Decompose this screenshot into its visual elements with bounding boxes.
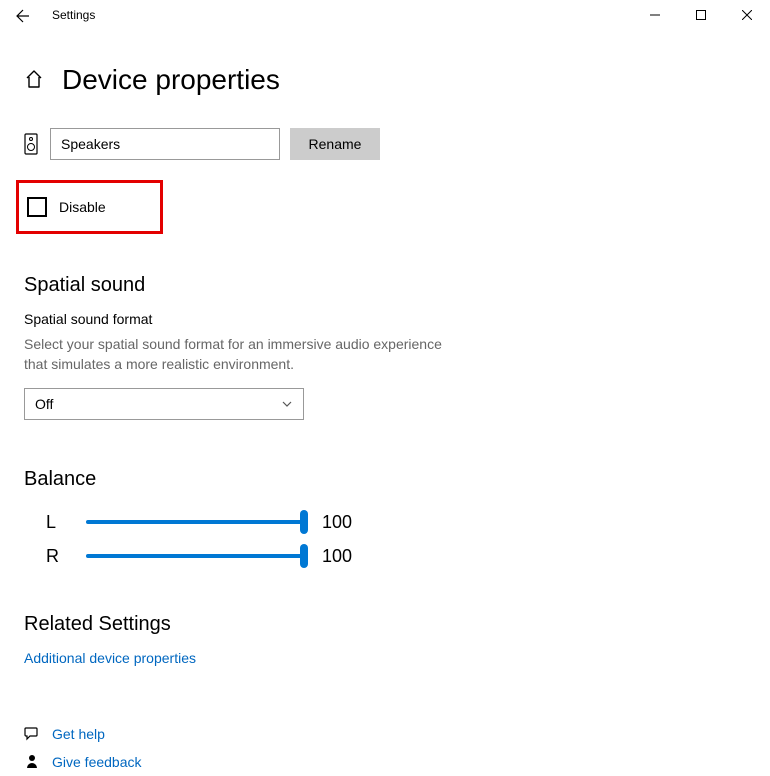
page-header: Device properties bbox=[24, 64, 746, 96]
get-help-link[interactable]: Get help bbox=[52, 726, 105, 742]
disable-checkbox[interactable] bbox=[27, 197, 47, 217]
speaker-icon bbox=[24, 133, 40, 155]
balance-right-row: R 100 bbox=[24, 539, 746, 573]
help-links: Get help Give feedback bbox=[24, 720, 746, 776]
balance-right-label: R bbox=[24, 546, 68, 567]
spatial-sound-description: Select your spatial sound format for an … bbox=[24, 335, 444, 374]
titlebar: Settings bbox=[0, 0, 770, 32]
spatial-sound-heading: Spatial sound bbox=[24, 274, 746, 297]
balance-left-row: L 100 bbox=[24, 505, 746, 539]
disable-checkbox-container[interactable]: Disable bbox=[16, 180, 163, 234]
window-title: Settings bbox=[46, 0, 632, 22]
balance-right-value: 100 bbox=[322, 546, 352, 567]
page-title: Device properties bbox=[62, 64, 280, 96]
maximize-icon bbox=[696, 10, 706, 20]
home-icon bbox=[24, 69, 44, 89]
related-settings-heading: Related Settings bbox=[24, 613, 746, 636]
close-button[interactable] bbox=[724, 0, 770, 30]
balance-right-slider[interactable] bbox=[86, 544, 304, 568]
minimize-icon bbox=[650, 10, 660, 20]
close-icon bbox=[742, 10, 752, 20]
balance-heading: Balance bbox=[24, 468, 746, 491]
maximize-button[interactable] bbox=[678, 0, 724, 30]
balance-left-value: 100 bbox=[322, 512, 352, 533]
balance-controls: L 100 R 100 bbox=[24, 505, 746, 573]
additional-device-properties-link[interactable]: Additional device properties bbox=[24, 650, 196, 666]
give-feedback-link[interactable]: Give feedback bbox=[52, 754, 142, 770]
minimize-button[interactable] bbox=[632, 0, 678, 30]
home-button[interactable] bbox=[24, 69, 44, 92]
balance-left-slider[interactable] bbox=[86, 510, 304, 534]
window-controls bbox=[632, 0, 770, 30]
chevron-down-icon bbox=[281, 398, 293, 410]
balance-left-label: L bbox=[24, 512, 68, 533]
spatial-sound-sublabel: Spatial sound format bbox=[24, 311, 746, 327]
spatial-sound-value: Off bbox=[35, 396, 53, 412]
back-button[interactable] bbox=[0, 0, 46, 32]
help-chat-icon bbox=[24, 725, 40, 744]
device-name-input[interactable] bbox=[50, 128, 280, 160]
rename-button[interactable]: Rename bbox=[290, 128, 380, 160]
feedback-person-icon bbox=[24, 753, 40, 772]
spatial-sound-dropdown[interactable]: Off bbox=[24, 388, 304, 420]
disable-label: Disable bbox=[59, 199, 106, 215]
device-name-row: Rename bbox=[24, 128, 746, 160]
arrow-left-icon bbox=[15, 8, 31, 24]
